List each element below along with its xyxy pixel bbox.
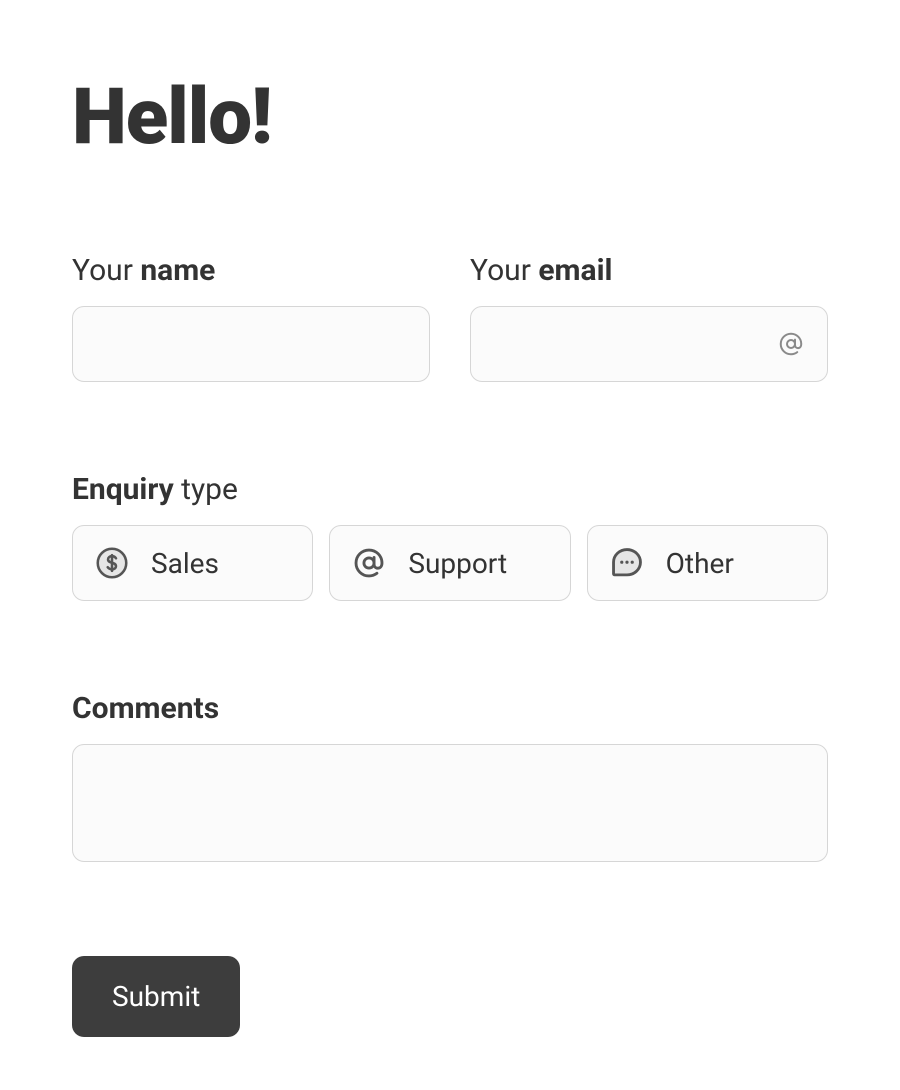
name-input-wrap [72,306,430,382]
dollar-circle-icon [93,544,131,582]
comments-section: Comments [72,691,828,866]
name-label-light: Your [72,253,140,288]
name-label-bold: name [140,253,215,288]
name-input[interactable] [72,306,430,382]
enquiry-option-support[interactable]: Support [329,525,570,601]
enquiry-option-sales[interactable]: Sales [72,525,313,601]
email-label-bold: email [538,253,612,288]
email-input[interactable] [470,306,828,382]
contact-form: Hello! Your name Your email [0,0,900,1037]
email-label: Your email [470,253,828,288]
name-label: Your name [72,253,430,288]
comments-input[interactable] [72,744,828,862]
enquiry-label-bold: Enquiry [72,472,174,507]
at-sign-icon [350,544,388,582]
email-label-light: Your [470,253,538,288]
enquiry-label: Enquiry type [72,472,828,507]
enquiry-label-light: type [174,472,238,507]
page-heading: Hello! [72,72,828,163]
enquiry-options: Sales Support [72,525,828,601]
enquiry-option-other-label: Other [666,547,734,580]
name-field: Your name [72,253,430,382]
enquiry-option-sales-label: Sales [151,547,219,580]
enquiry-section: Enquiry type Sales [72,472,828,601]
name-email-row: Your name Your email [72,253,828,382]
comments-label: Comments [72,691,828,726]
chat-bubble-icon [608,544,646,582]
submit-button[interactable]: Submit [72,956,240,1037]
enquiry-option-support-label: Support [408,547,507,580]
at-sign-icon [776,329,806,359]
enquiry-option-other[interactable]: Other [587,525,828,601]
email-input-wrap [470,306,828,382]
comments-label-text: Comments [72,691,219,726]
email-field: Your email [470,253,828,382]
